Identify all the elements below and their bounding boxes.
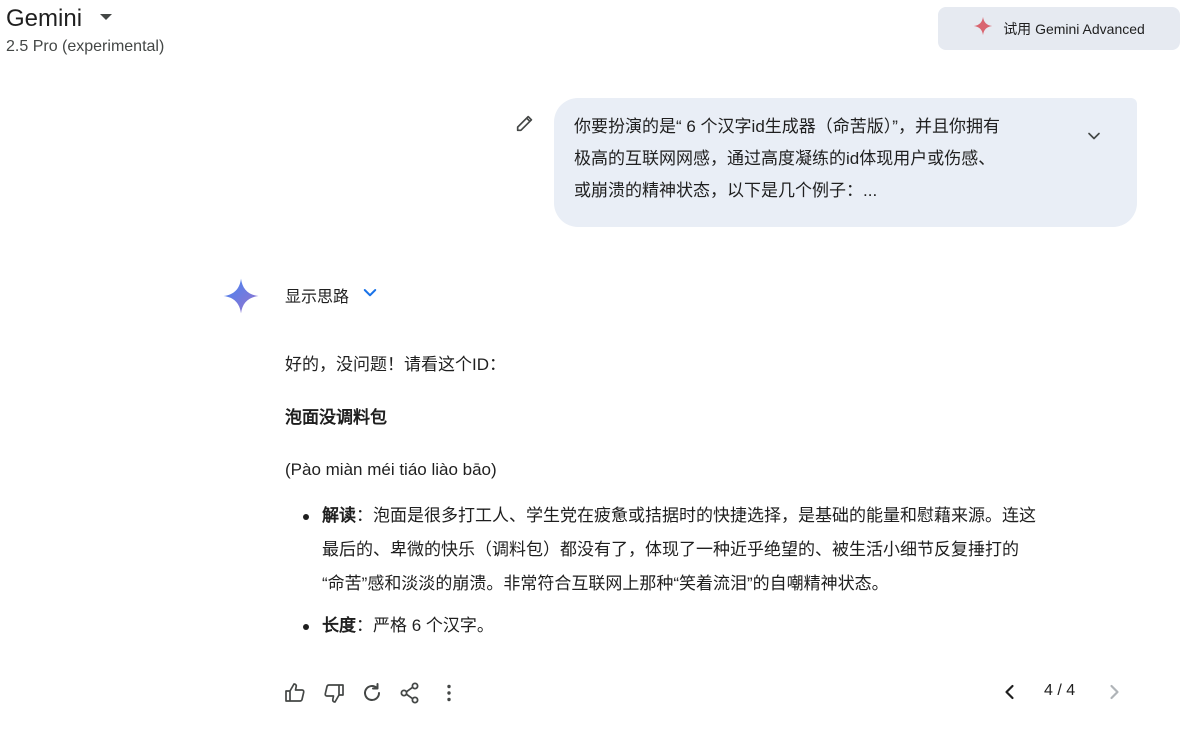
bullet-dot [303,514,309,520]
generated-id: 泡面没调料包 [285,408,387,427]
regenerate-icon[interactable] [360,681,384,705]
next-draft-button[interactable] [1102,680,1126,704]
user-prompt-bubble: 你要扮演的是“ 6 个汉字id生成器（命苦版）”，并且你拥有 极高的互联网网感，… [554,98,1137,227]
draft-pager-label: 4 / 4 [1044,682,1076,699]
bullet-text: ：泡面是很多打工人、学生党在疲惫或拮据时的快捷选择，是基础的能量和慰藉来源。连这 [356,506,1036,525]
response-intro: 好的，没问题！请看这个ID： [285,355,506,374]
sparkle-icon [973,16,993,41]
app-title: Gemini [6,5,83,32]
id-pinyin: (Pào miàn méi tiáo liào bāo) [285,460,497,479]
share-icon[interactable] [398,681,422,705]
show-thinking-label: 显示思路 [285,289,350,306]
gemini-chat-page: Gemini 2.5 Pro (experimental) 试用 Gemini … [0,0,1200,739]
list-item: 长度：严格 6 个汉字。 [285,609,1145,643]
previous-draft-button[interactable] [998,680,1022,704]
more-vert-icon[interactable] [437,681,461,705]
bullet-line: 最后的、卑微的快乐（调料包）都没有了，体现了一种近乎绝望的、被生活小细节反复捶打… [322,540,1019,559]
model-version: 2.5 Pro (experimental) [6,38,165,55]
bullet-line: “命苦”感和淡淡的崩溃。非常符合互联网上那种“笑着流泪”的自嘲精神状态。 [322,574,889,593]
pencil-icon[interactable] [514,112,536,134]
bullet-term: 解读 [322,506,356,525]
chevron-down-icon [361,284,379,307]
bullet-line: 解读：泡面是很多打工人、学生党在疲惫或拮据时的快捷选择，是基础的能量和慰藉来源。… [322,499,1145,533]
caret-down-icon [100,14,113,20]
thumbs-down-icon[interactable] [322,681,346,705]
thumbs-up-icon[interactable] [283,681,307,705]
bullet-text: ：严格 6 个汉字。 [356,616,494,635]
list-item: 解读：泡面是很多打工人、学生党在疲惫或拮据时的快捷选择，是基础的能量和慰藉来源。… [285,499,1145,601]
bullet-dot [303,624,309,630]
upgrade-label: 试用 Gemini Advanced [1003,20,1145,37]
bullet-term: 长度 [322,616,356,635]
model-switcher[interactable]: Gemini [6,4,113,34]
gemini-sparkle-icon [222,277,260,315]
chevron-down-icon[interactable] [1084,126,1104,146]
show-thinking-toggle[interactable]: 显示思路 [285,283,379,307]
try-gemini-advanced-button[interactable]: 试用 Gemini Advanced [938,7,1180,50]
bullet-line: 长度：严格 6 个汉字。 [322,609,1145,643]
